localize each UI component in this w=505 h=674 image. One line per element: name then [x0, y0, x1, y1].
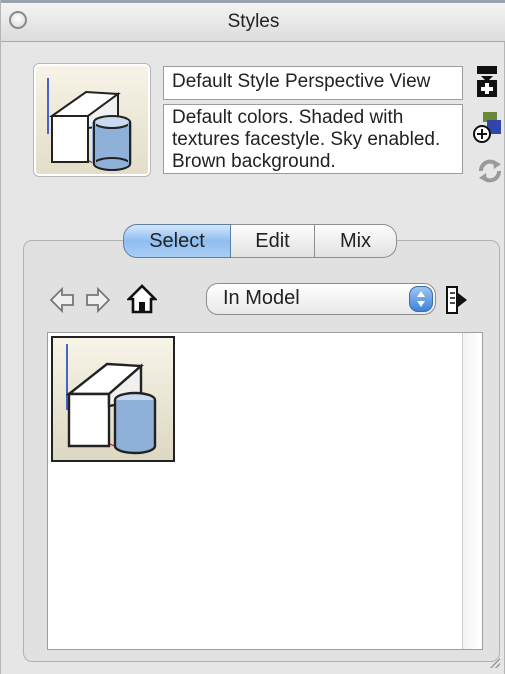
create-style-icon[interactable]	[473, 112, 503, 146]
style-name-field[interactable]: Default Style Perspective View	[163, 66, 463, 100]
home-icon[interactable]	[127, 284, 157, 314]
model-thumbnail-image	[65, 344, 157, 455]
current-style-thumbnail[interactable]	[33, 63, 151, 177]
details-icon[interactable]	[443, 285, 469, 315]
window-title: Styles	[227, 11, 280, 32]
tab-edit[interactable]: Edit	[231, 224, 315, 258]
style-details-icon[interactable]	[475, 66, 499, 98]
back-arrow-icon[interactable]	[49, 287, 75, 313]
tab-select[interactable]: Select	[123, 224, 231, 258]
title-bar[interactable]: Styles	[1, 0, 505, 42]
update-style-icon[interactable]	[477, 158, 503, 184]
styles-list[interactable]	[47, 332, 483, 650]
model-preview-image	[47, 78, 132, 171]
collection-dropdown-value: In Model	[223, 287, 300, 309]
style-description-field[interactable]: Default colors. Shaded with textures fac…	[163, 104, 463, 174]
style-thumbnail[interactable]	[51, 336, 175, 462]
dropdown-stepper-icon	[409, 286, 433, 312]
forward-arrow-icon[interactable]	[85, 287, 111, 313]
tab-bar: Select Edit Mix	[123, 224, 397, 260]
resize-grip[interactable]	[490, 658, 500, 668]
tab-mix[interactable]: Mix	[315, 224, 397, 258]
styles-window: Styles Default Style Perspective View De…	[0, 0, 505, 674]
collection-dropdown[interactable]: In Model	[206, 283, 436, 315]
list-scrollbar[interactable]	[462, 333, 482, 649]
